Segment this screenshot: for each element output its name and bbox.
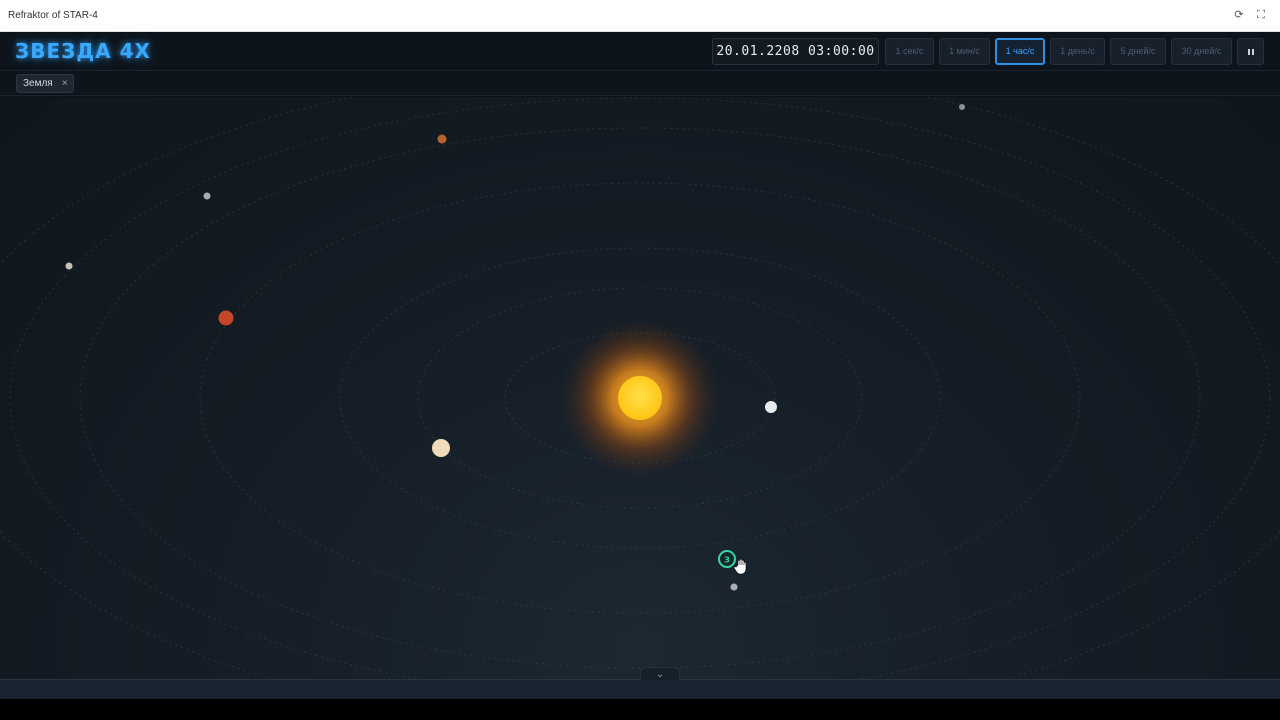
speed-30-days-button[interactable]: 30 дней/с xyxy=(1171,38,1232,65)
speed-1-hour-button[interactable]: 1 час/с xyxy=(995,38,1045,65)
selection-tabbar: Земля × xyxy=(0,72,1280,96)
speed-1-sec-button[interactable]: 1 сек/с xyxy=(885,38,934,65)
hand-cursor-icon xyxy=(733,558,747,575)
planet-grey-2[interactable] xyxy=(65,262,73,270)
solar-system-map[interactable]: З xyxy=(0,97,1280,679)
refresh-icon[interactable]: ⟳ xyxy=(1232,8,1246,22)
speed-1-min-button[interactable]: 1 мин/с xyxy=(939,38,990,65)
orbit-canvas: З xyxy=(0,97,1280,679)
app-logo: ЗВЕЗДА 4X xyxy=(15,39,151,63)
planet-orange[interactable] xyxy=(437,134,447,144)
game-datetime: 20.01.2208 03:00:00 xyxy=(712,38,879,65)
planet-red[interactable] xyxy=(218,310,234,326)
planet-cream[interactable] xyxy=(432,439,450,457)
earth-marker[interactable]: З xyxy=(718,550,736,568)
sun[interactable] xyxy=(618,376,662,420)
fullscreen-icon[interactable]: ⛶ xyxy=(1254,8,1268,22)
window-title: Refraktor of STAR-4 xyxy=(8,10,98,21)
planet-grey-3[interactable] xyxy=(959,104,965,110)
earth-marker-letter: З xyxy=(724,556,730,565)
pause-button[interactable] xyxy=(1237,38,1264,65)
app-header: ЗВЕЗДА 4X 20.01.2208 03:00:00 1 сек/с 1 … xyxy=(0,33,1280,71)
planet-grey-1[interactable] xyxy=(203,192,211,200)
bottom-panel xyxy=(0,679,1280,699)
moon[interactable] xyxy=(730,583,738,591)
tab-earth-label: Земля xyxy=(23,78,53,89)
close-icon[interactable]: × xyxy=(62,75,68,92)
speed-5-days-button[interactable]: 5 дней/с xyxy=(1110,38,1166,65)
chevron-down-icon[interactable]: ⌄ xyxy=(640,667,680,681)
footer-strip xyxy=(0,699,1280,720)
speed-1-day-button[interactable]: 1 день/с xyxy=(1050,38,1105,65)
browser-bar: Refraktor of STAR-4 ⟳ ⛶ xyxy=(0,0,1280,32)
planet-white[interactable] xyxy=(765,401,777,413)
tab-earth[interactable]: Земля × xyxy=(16,74,74,93)
